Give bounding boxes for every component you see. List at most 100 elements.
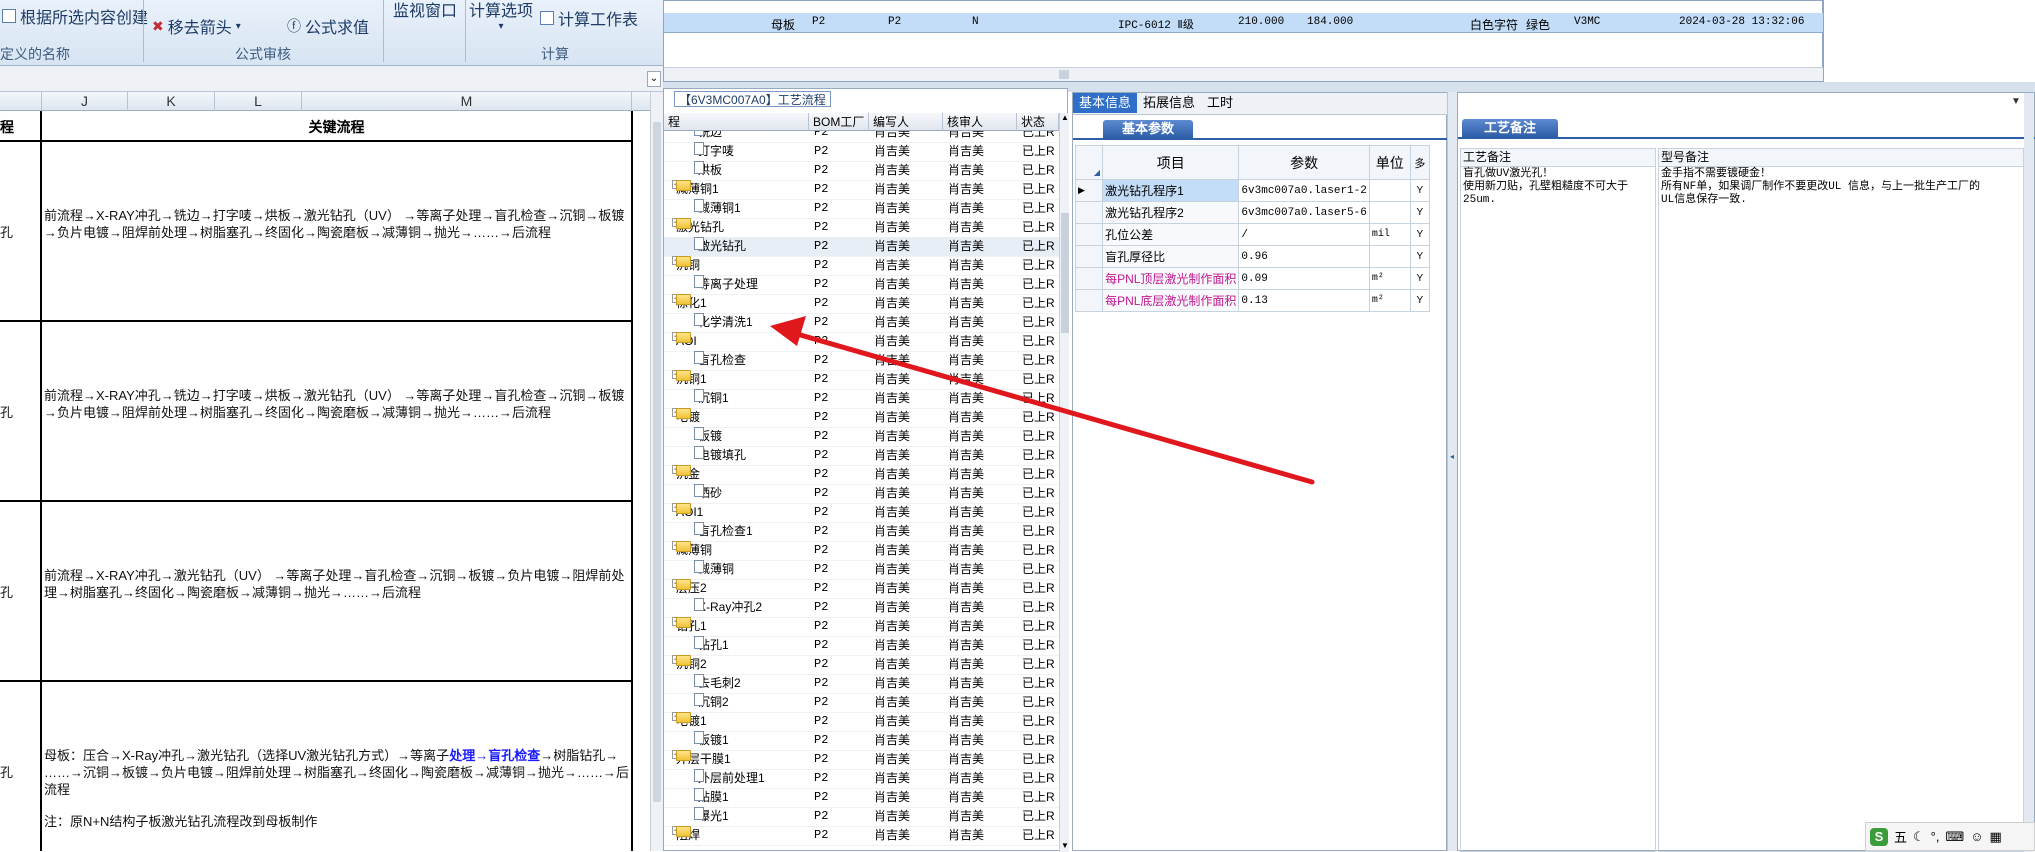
calc-sheet-button[interactable]: 计算工作表 [540, 6, 638, 30]
tree-group-row[interactable]: −AOIP2肖吉美肖吉美已上R [664, 332, 1059, 352]
tree-step-row[interactable]: 贴膜1 P2 肖吉美 肖吉美 已上R [664, 788, 1059, 808]
tree-group-row[interactable]: −钻孔1P2肖吉美肖吉美已上R [664, 617, 1059, 637]
row-selector[interactable] [1074, 267, 1104, 290]
panel-menu-icon[interactable]: ▼ [2011, 96, 2021, 107]
tree-group-row[interactable]: −沉铜1P2肖吉美肖吉美已上R [664, 370, 1059, 390]
sheet-vertical-scrollbar[interactable] [650, 92, 663, 851]
scrollbar-thumb[interactable] [1061, 213, 1069, 333]
ime-mode-label[interactable]: 五 [1894, 827, 1907, 846]
punctuation-icon[interactable]: °, [1931, 829, 1940, 844]
row-selector[interactable] [1074, 289, 1104, 312]
tree-step-row[interactable]: 打字唛 P2 肖吉美 肖吉美 已上R [664, 142, 1059, 162]
param-value-cell[interactable]: / [1238, 223, 1370, 246]
col-header-flag[interactable]: 多 [1409, 145, 1431, 180]
tree-step-row[interactable]: 沉铜2 P2 肖吉美 肖吉美 已上R [664, 693, 1059, 713]
tree-group-row[interactable]: −外层干膜1P2肖吉美肖吉美已上R [664, 750, 1059, 770]
tree-step-row[interactable]: 晒砂 P2 肖吉美 肖吉美 已上R [664, 484, 1059, 504]
process-remark-column[interactable]: 工艺备注 盲孔做UV激光孔！ 使用新刀贴，孔壁粗糙度不可大于 25um. [1460, 148, 1656, 852]
formula-bar[interactable]: ⌄ [0, 66, 663, 92]
calc-options-button[interactable]: 计算选项 ▾ [469, 0, 533, 32]
col-header-author[interactable]: 编写人 [869, 113, 943, 131]
tree-step-row[interactable]: X-Ray冲孔2 P2 肖吉美 肖吉美 已上R [664, 598, 1059, 618]
create-from-selection-button[interactable]: 根据所选内容创建 [2, 4, 148, 28]
tree-group-row[interactable]: −电镀1P2肖吉美肖吉美已上R [664, 712, 1059, 732]
tree-group-row[interactable]: −沉铜P2肖吉美肖吉美已上R [664, 256, 1059, 276]
tree-step-row[interactable]: 盲孔检查1 P2 肖吉美 肖吉美 已上R [664, 522, 1059, 542]
param-value-cell[interactable]: 0.13 [1238, 289, 1370, 312]
moon-icon[interactable]: ☾ [1913, 829, 1925, 845]
col-header-reviewer[interactable]: 核审人 [943, 113, 1017, 131]
tree-step-row[interactable]: 减薄铜 P2 肖吉美 肖吉美 已上R [664, 560, 1059, 580]
tree-group-row[interactable]: −激光钻孔P2肖吉美肖吉美已上R [664, 218, 1059, 238]
col-header-unit[interactable]: 单位 [1368, 145, 1411, 180]
scroll-up-icon[interactable]: ▲ [1061, 113, 1069, 123]
grid-icon[interactable]: ▦ [1990, 829, 2002, 845]
tab-man-hours[interactable]: 工时 [1201, 93, 1239, 113]
watch-window-button[interactable]: 监视窗口 [393, 0, 457, 21]
param-row[interactable]: 孔位公差 / mil Y [1074, 223, 1431, 246]
order-grid-h-scrollbar[interactable] [664, 67, 1824, 81]
tree-step-row[interactable]: 沉铜1 P2 肖吉美 肖吉美 已上R [664, 389, 1059, 409]
tree-group-row[interactable]: −沉铜2P2肖吉美肖吉美已上R [664, 655, 1059, 675]
evaluate-formula-button[interactable]: ⓕ 公式求值 [287, 14, 369, 38]
ime-toolbar[interactable]: S 五 ☾ °, ⌨ ☺ ▦ [1865, 822, 2035, 851]
tree-step-row[interactable]: 减薄铜1 P2 肖吉美 肖吉美 已上R [664, 199, 1059, 219]
param-row[interactable]: 激光钻孔程序2 6v3mc007a0.laser5-6 Y [1074, 201, 1431, 224]
column-header-K[interactable]: K [128, 92, 215, 111]
tree-group-row[interactable]: −沉金P2肖吉美肖吉美已上R [664, 465, 1059, 485]
tree-step-row[interactable]: 板镀1 P2 肖吉美 肖吉美 已上R [664, 731, 1059, 751]
scrollbar-thumb[interactable] [653, 122, 661, 802]
param-row[interactable]: 每PNL底层激光制作面积 0.13 m² Y [1074, 289, 1431, 312]
row-selector[interactable] [1074, 223, 1104, 246]
tree-step-row[interactable]: 等离子处理 P2 肖吉美 肖吉美 已上R [664, 275, 1059, 295]
ime-logo-icon[interactable]: S [1870, 827, 1888, 846]
column-header-L[interactable]: L [215, 92, 302, 111]
param-value-cell[interactable]: 0.09 [1238, 267, 1370, 290]
tab-basic-info[interactable]: 基本信息 [1073, 93, 1138, 113]
tree-group-row[interactable]: −阻焊P2肖吉美肖吉美已上R [664, 826, 1059, 846]
tree-group-row[interactable]: −棕化1P2肖吉美肖吉美已上R [664, 294, 1059, 314]
sheet-area[interactable]: 程 关键流程 孔 孔 孔 孔 前流程→X-RAY冲孔→铣边→打字唛→烘板→激光钻… [0, 111, 650, 851]
tree-step-row[interactable]: 电镀填孔 P2 肖吉美 肖吉美 已上R [664, 446, 1059, 466]
user-icon[interactable]: ☺ [1970, 829, 1983, 844]
tree-group-row[interactable]: −AOI1P2肖吉美肖吉美已上R [664, 503, 1059, 523]
expand-formula-bar-icon[interactable]: ⌄ [647, 71, 661, 87]
param-row[interactable]: 盲孔厚径比 0.96 Y [1074, 245, 1431, 268]
tree-step-row[interactable]: 烘板 P2 肖吉美 肖吉美 已上R [664, 161, 1059, 181]
scroll-down-icon[interactable]: ▼ [1061, 841, 1069, 851]
column-header-J[interactable]: J [42, 92, 128, 111]
param-row[interactable]: 每PNL顶层激光制作面积 0.09 m² Y [1074, 267, 1431, 290]
tree-step-row[interactable]: 化学清洗1 P2 肖吉美 肖吉美 已上R [664, 313, 1059, 333]
tree-group-row[interactable]: −减薄铜P2肖吉美肖吉美已上R [664, 541, 1059, 561]
process-tree-scrollbar[interactable]: ▲ ▼ [1059, 113, 1069, 852]
collapse-icon[interactable]: ◂ [1450, 452, 1454, 461]
tree-group-row[interactable]: −减薄铜1P2肖吉美肖吉美已上R [664, 180, 1059, 200]
tree-group-row[interactable]: −电镀P2肖吉美肖吉美已上R [664, 408, 1059, 428]
col-header-item[interactable]: 项目 [1102, 145, 1240, 180]
col-header-bom-factory[interactable]: BOM工厂 [809, 113, 869, 131]
col-header-status[interactable]: 状态 [1017, 113, 1059, 131]
keyboard-icon[interactable]: ⌨ [1945, 829, 1964, 845]
tree-step-row[interactable]: 曝光1 P2 肖吉美 肖吉美 已上R [664, 807, 1059, 827]
tree-group-row[interactable]: −层压2P2肖吉美肖吉美已上R [664, 579, 1059, 599]
column-header-I[interactable] [0, 92, 42, 111]
remove-arrows-button[interactable]: ✖ 移去箭头 ▾ [152, 14, 241, 38]
tree-step-row[interactable]: 板镀 P2 肖吉美 肖吉美 已上R [664, 427, 1059, 447]
column-header-M[interactable]: M [302, 92, 632, 111]
scrollbar-thumb[interactable] [1059, 70, 1069, 79]
param-value-cell[interactable]: 0.96 [1238, 245, 1370, 268]
model-remark-column[interactable]: 型号备注 金手指不需要镀硬金！ 所有NF单，如果调厂制作不要更改UL 信息，与上… [1658, 148, 2024, 852]
param-row[interactable]: ▶ 激光钻孔程序1 6v3mc007a0.laser1-2 Y [1074, 179, 1431, 202]
param-value-cell[interactable]: 6v3mc007a0.laser1-2 [1238, 179, 1370, 202]
panel-splitter[interactable]: ◂ [1447, 92, 1457, 851]
tree-step-row[interactable]: 去毛刺2 P2 肖吉美 肖吉美 已上R [664, 674, 1059, 694]
order-grid-row[interactable]: 母板 P2 P2 N IPC-6012 Ⅱ级 210.000 184.000 白… [664, 13, 1824, 33]
row-selector[interactable] [1074, 201, 1104, 224]
tab-extended-info[interactable]: 拓展信息 [1137, 93, 1201, 113]
col-header-process[interactable]: 程 [664, 113, 809, 131]
tree-step-row[interactable]: 盲孔检查 P2 肖吉美 肖吉美 已上R [664, 351, 1059, 371]
tree-step-row[interactable]: 外层前处理1 P2 肖吉美 肖吉美 已上R [664, 769, 1059, 789]
col-header-param[interactable]: 参数 [1238, 145, 1370, 180]
row-selector[interactable] [1074, 245, 1104, 268]
tree-step-row[interactable]: 激光钻孔 P2 肖吉美 肖吉美 已上R [664, 237, 1059, 257]
